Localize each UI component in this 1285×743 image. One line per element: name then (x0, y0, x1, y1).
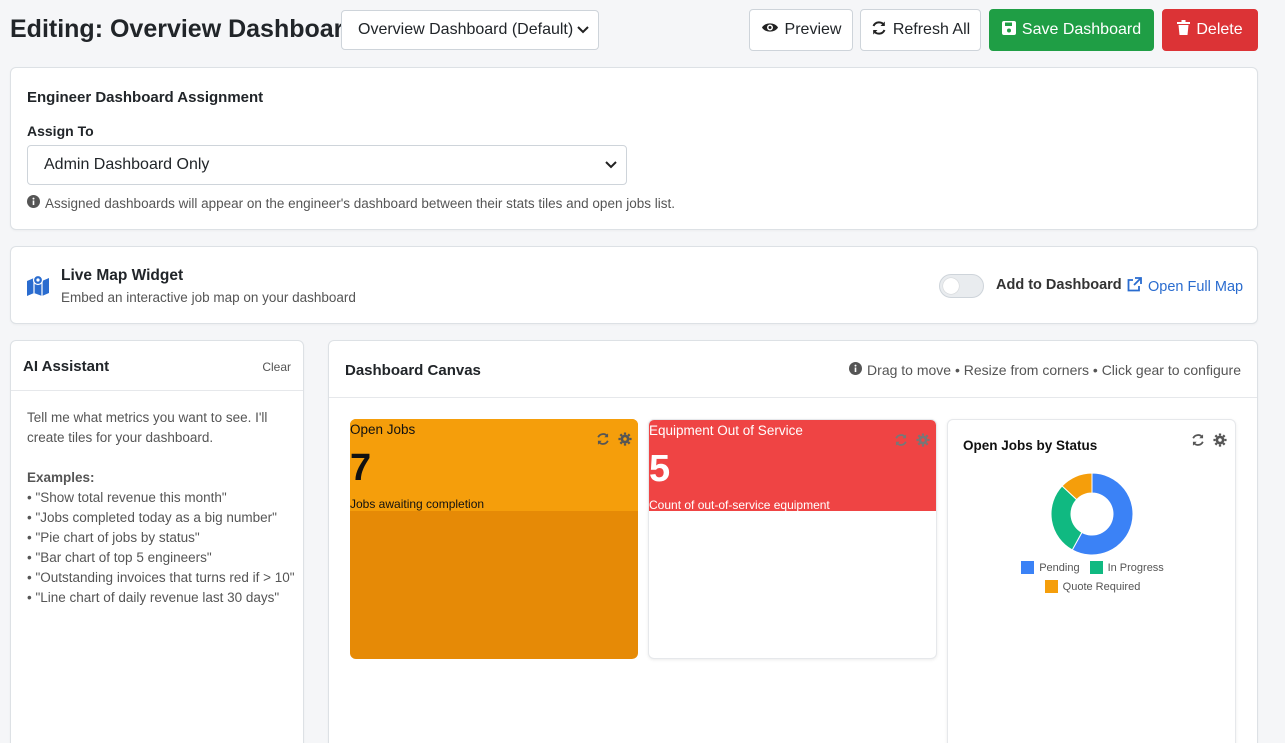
legend-item-pending[interactable]: Pending (1021, 561, 1080, 574)
floppy-disk-icon (1001, 20, 1016, 40)
dashboard-select-value: Overview Dashboard (Default) (358, 21, 574, 38)
add-to-dashboard-toggle[interactable] (939, 274, 984, 298)
dashboard-select[interactable]: Overview Dashboard (Default) (341, 10, 599, 50)
assignment-help-text: Assigned dashboards will appear on the e… (45, 195, 675, 211)
assignment-card: Engineer Dashboard Assignment Assign To … (10, 67, 1258, 230)
gear-icon[interactable] (618, 432, 632, 451)
assignment-title: Engineer Dashboard Assignment (27, 89, 264, 106)
assign-to-value: Admin Dashboard Only (44, 156, 210, 173)
tile-caption: Count of out-of-service equipment (649, 498, 830, 512)
canvas-header: Dashboard Canvas Drag to move • Resize f… (329, 341, 1257, 398)
tile-value: 5 (649, 448, 671, 490)
canvas-hint: Drag to move • Resize from corners • Cli… (849, 362, 1241, 378)
map-widget-subtitle: Embed an interactive job map on your das… (61, 290, 356, 305)
open-full-map-link[interactable]: Open Full Map (1127, 277, 1243, 296)
legend-label: Pending (1039, 561, 1080, 574)
chart-legend: Pending In Progress Quote Required (948, 561, 1235, 599)
tile-tools (596, 432, 632, 451)
canvas-hint-text: Drag to move • Resize from corners • Cli… (867, 362, 1241, 378)
delete-button[interactable]: Delete (1162, 9, 1258, 51)
gear-icon[interactable] (916, 433, 930, 452)
example-item: • "Line chart of daily revenue last 30 d… (27, 590, 280, 605)
example-item: • "Pie chart of jobs by status" (27, 530, 200, 545)
legend-row: Pending In Progress (948, 561, 1235, 574)
info-icon (27, 195, 40, 211)
page-header: Editing: Overview Dashboard Overview Das… (0, 0, 1285, 62)
legend-swatch (1089, 561, 1103, 574)
save-label: Save Dashboard (1021, 21, 1142, 38)
delete-label: Delete (1196, 21, 1243, 38)
clear-button[interactable]: Clear (262, 360, 291, 374)
refresh-icon (871, 20, 887, 41)
refresh-icon[interactable] (894, 433, 908, 452)
legend-item-in-progress[interactable]: In Progress (1089, 561, 1164, 574)
assign-to-label: Assign To (27, 123, 94, 139)
tile-caption: Jobs awaiting completion (350, 497, 485, 511)
tile-label: Open Jobs (350, 422, 416, 437)
open-full-map-label: Open Full Map (1148, 278, 1244, 295)
ai-assistant-panel: AI Assistant Clear Tell me what metrics … (10, 340, 304, 743)
tile-value: 7 (350, 447, 372, 489)
example-item: • "Show total revenue this month" (27, 490, 227, 505)
ai-assistant-body: Tell me what metrics you want to see. I'… (27, 408, 295, 608)
chart-title: Open Jobs by Status (963, 438, 1098, 453)
save-dashboard-button[interactable]: Save Dashboard (989, 9, 1154, 51)
legend-swatch (1044, 580, 1058, 593)
preview-label: Preview (784, 21, 842, 38)
legend-label: Quote Required (1062, 580, 1141, 593)
map-icon (26, 274, 50, 301)
gear-icon[interactable] (1213, 433, 1227, 452)
map-widget-title: Live Map Widget (61, 267, 184, 284)
example-item: • "Bar chart of top 5 engineers" (27, 550, 212, 565)
legend-swatch (1021, 561, 1035, 574)
preview-button[interactable]: Preview (749, 9, 853, 51)
legend-label: In Progress (1107, 561, 1164, 574)
ai-assistant-header: AI Assistant Clear (11, 341, 303, 391)
open-jobs-tile[interactable]: Open Jobs 7 Jobs awaiting completion (350, 419, 638, 659)
example-item: • "Outstanding invoices that turns red i… (27, 570, 295, 585)
trash-icon (1177, 20, 1191, 40)
info-icon (849, 362, 863, 378)
chevron-down-icon (604, 146, 618, 184)
add-to-dashboard-label: Add to Dashboard (996, 277, 1122, 293)
chevron-down-icon (576, 11, 590, 49)
legend-item-quote-required[interactable]: Quote Required (1044, 580, 1141, 593)
examples-title: Examples: (27, 470, 95, 485)
legend-row: Quote Required (948, 580, 1235, 593)
donut-chart (1050, 472, 1134, 556)
external-link-icon (1127, 277, 1142, 296)
tile-tools (1191, 433, 1227, 452)
open-jobs-by-status-tile[interactable]: Open Jobs by Status Pending In Progress … (947, 419, 1236, 743)
page-title: Editing: Overview Dashboard (10, 15, 359, 43)
refresh-icon[interactable] (1191, 433, 1205, 452)
refresh-all-button[interactable]: Refresh All (860, 9, 981, 51)
map-widget-card: Live Map Widget Embed an interactive job… (10, 246, 1258, 324)
equipment-out-of-service-tile[interactable]: Equipment Out of Service 5 Count of out-… (648, 419, 937, 659)
refresh-label: Refresh All (892, 21, 971, 38)
toggle-knob (943, 278, 959, 294)
canvas-title: Dashboard Canvas (345, 362, 481, 379)
example-item: • "Jobs completed today as a big number" (27, 510, 277, 525)
assign-to-select[interactable]: Admin Dashboard Only (27, 145, 627, 185)
ai-assistant-title: AI Assistant (23, 358, 110, 375)
tile-label: Equipment Out of Service (649, 423, 803, 438)
eye-icon (761, 21, 779, 39)
tile-tools (894, 433, 930, 452)
assignment-help: Assigned dashboards will appear on the e… (27, 195, 675, 211)
ai-intro: Tell me what metrics you want to see. I'… (27, 410, 268, 445)
refresh-icon[interactable] (596, 432, 610, 451)
